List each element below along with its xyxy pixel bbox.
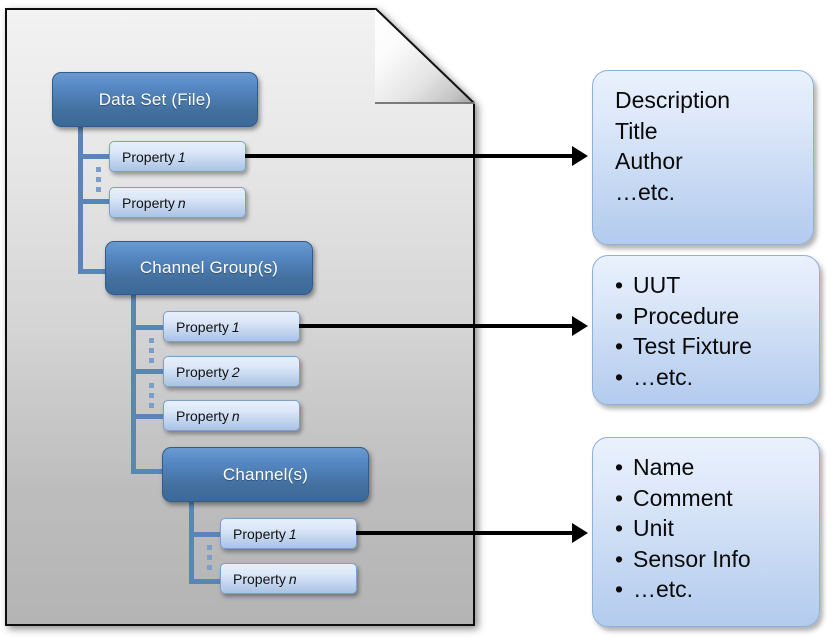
property-box-channel-1-label: Property [233,525,286,542]
property-box-dataset-n[interactable]: Property n [109,187,246,218]
arrow-channel-property-to-callout [356,531,572,535]
arrow-head-dataset [572,146,588,166]
connector-channel-trunk [189,500,194,584]
callout-line: …etc. [615,362,811,393]
property-box-channel-1[interactable]: Property 1 [220,518,357,549]
node-channel-group[interactable]: Channel Group(s) [105,241,313,295]
page-folded-corner-icon [375,8,475,104]
property-box-channel-group-1[interactable]: Property 1 [163,311,300,342]
property-box-dataset-n-label: Property [122,194,175,211]
property-box-channel-group-2-label: Property [176,363,229,380]
property-box-channel-group-n-label: Property [176,407,229,424]
property-box-dataset-n-index: n [177,194,186,211]
property-box-channel-group-1-label: Property [176,318,229,335]
property-box-channel-group-n-index: n [231,407,240,424]
connector-channel-group-trunk [131,292,136,474]
arrow-channel-group-property-to-callout [299,324,572,328]
property-box-channel-group-2[interactable]: Property 2 [163,356,300,387]
ellipsis-dots-channel [207,545,212,571]
property-box-dataset-1-label: Property [122,148,175,165]
node-channel-group-label: Channel Group(s) [139,258,279,277]
property-box-dataset-1[interactable]: Property 1 [109,141,246,172]
callout-line: Author [615,148,683,175]
callout-line: …etc. [615,574,811,605]
callout-line: UUT [615,270,811,301]
property-box-dataset-1-index: 1 [177,148,186,165]
ellipsis-dots-dataset [96,167,101,193]
property-box-channel-n-label: Property [233,570,286,587]
arrow-head-channel [572,523,588,543]
callout-line: Sensor Info [615,544,811,575]
property-box-channel-1-index: 1 [288,525,297,542]
callout-line: Description [615,87,731,113]
callout-line: Procedure [615,301,811,332]
node-channel-label: Channel(s) [222,464,309,484]
ellipsis-dots-channel-group-a [149,338,154,364]
arrow-dataset-property-to-callout [245,154,572,158]
node-data-set-file-label: Data Set (File) [98,89,212,109]
callout-line: Comment [615,483,811,514]
property-box-channel-group-1-index: 1 [231,318,240,335]
property-box-channel-group-2-index: 2 [231,363,240,380]
callout-line: Unit [615,513,811,544]
channel-group-property-callout[interactable]: UUT Procedure Test Fixture …etc. [592,255,820,405]
callout-line: …etc. [615,178,676,205]
property-box-channel-n-index: n [288,570,297,587]
ellipsis-dots-channel-group-b [149,383,154,409]
callout-line: Test Fixture [615,331,811,362]
property-box-channel-n[interactable]: Property n [220,563,357,594]
dataset-property-callout[interactable]: Description Title Author …etc. [592,70,814,245]
diagram-canvas: Data Set (File) Channel Group(s) Channel… [0,0,835,638]
property-box-channel-group-n[interactable]: Property n [163,400,300,431]
node-channel[interactable]: Channel(s) [162,447,369,502]
channel-property-callout[interactable]: Name Comment Unit Sensor Info …etc. [592,437,820,627]
node-data-set-file[interactable]: Data Set (File) [52,72,258,127]
arrow-head-channel-group [572,316,588,336]
callout-line: Title [615,117,658,144]
callout-line: Name [615,452,811,483]
